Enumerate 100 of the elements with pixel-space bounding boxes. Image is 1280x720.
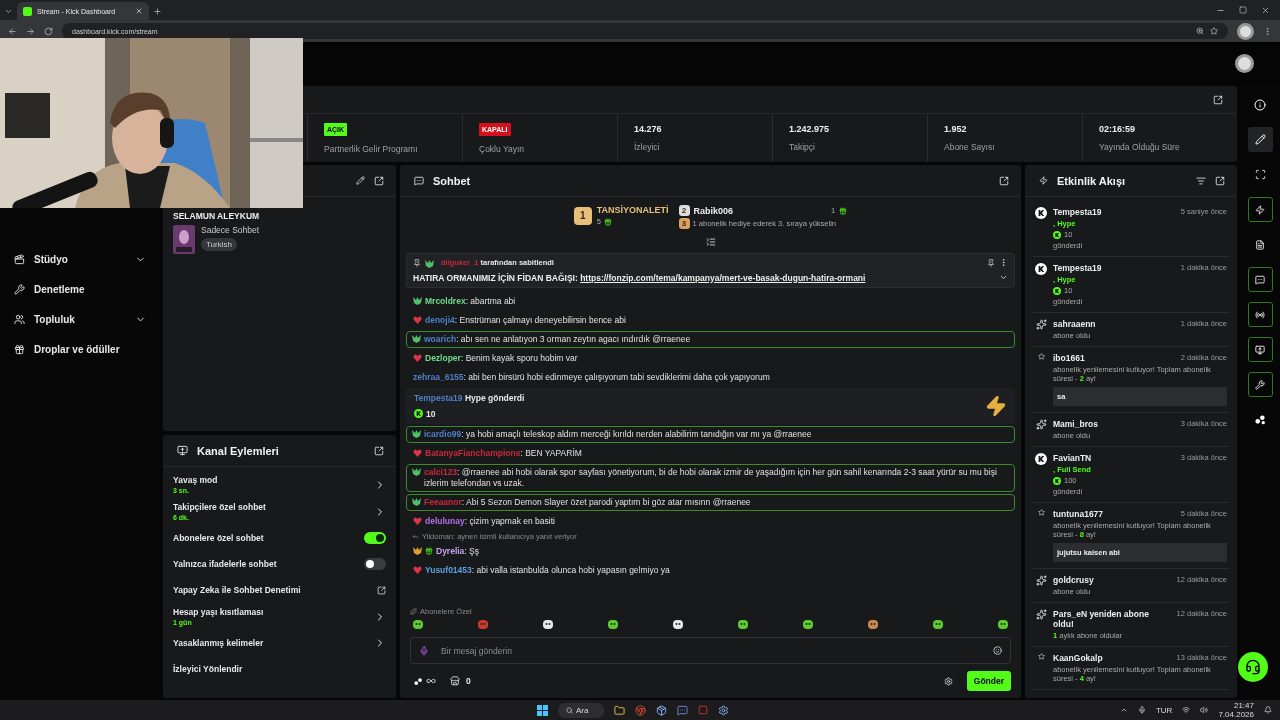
emote-icon[interactable] xyxy=(672,619,684,630)
stat-label: Abone Sayısı xyxy=(944,142,996,152)
nav-item[interactable]: Stüdyo xyxy=(14,250,160,268)
wrench-button[interactable] xyxy=(1247,372,1273,397)
action-row[interactable]: Yasaklanmış kelimeler xyxy=(173,634,386,652)
back-icon xyxy=(8,26,17,36)
stat-label: Yayında Olduğu Süre xyxy=(1099,142,1181,152)
emote-icon[interactable] xyxy=(997,619,1009,630)
bookmark-star-icon xyxy=(1210,27,1218,35)
chat-message: Yusuf01453: abi valla istanbulda olunca hobi yapasın gelmiyo ya xyxy=(425,564,671,576)
kick-logo-icon xyxy=(23,6,32,16)
panel-title: Sohbet xyxy=(433,174,471,187)
chat-message: calci123: @rraenee abi hobi olarak spor sayfası yönetiyorum, bi de hobi olarak izmir de yaşadığım için her gün sahil kenarında 2-3 saat yürür su mu bişi izlerim telefondan vs uzak. xyxy=(424,466,998,489)
toggle-switch[interactable] xyxy=(364,558,386,570)
chat-message: BatanyaFianchampions: BEN YAPARİM xyxy=(425,447,583,459)
chat-message: Feeaanor: Abi 5 Sezon Demon Slayer özet parodi yaptım bi göz atar mısınn @rraenee xyxy=(424,496,752,508)
reload-icon xyxy=(44,26,53,36)
wolf-badge-icon xyxy=(413,297,422,305)
message-field[interactable]: Bir mesaj gönderin xyxy=(439,644,983,657)
toggle-switch[interactable] xyxy=(364,532,386,544)
store-count: 0 xyxy=(466,676,471,686)
nav-item[interactable]: Topluluk xyxy=(14,310,160,328)
emote-icon[interactable] xyxy=(932,619,944,630)
emote-icon[interactable] xyxy=(867,619,879,630)
rank-badge: 1 xyxy=(573,206,592,225)
emote-icon[interactable] xyxy=(802,619,814,630)
chat-button[interactable] xyxy=(1247,267,1273,292)
donation-link[interactable]: https://fonzip.com/tema/kampanya/mert-ve-basak-dugun-hatira-ormani xyxy=(580,272,866,283)
k-logo-icon xyxy=(1035,207,1047,219)
more-icon xyxy=(999,258,1008,268)
hype-amount: 10 xyxy=(426,408,436,419)
rank-badge: 2 xyxy=(678,205,690,216)
lightning-button[interactable] xyxy=(1247,197,1273,222)
infinity-icon xyxy=(426,676,436,686)
avatar-icon[interactable] xyxy=(1235,53,1254,73)
pencil-icon xyxy=(1254,134,1266,145)
gift-icon xyxy=(14,343,25,355)
lightning-icon xyxy=(985,394,1007,417)
sparkle-icon xyxy=(410,608,417,615)
event-username: Mami_bros xyxy=(1053,419,1098,429)
stat-value: 1.952 xyxy=(944,124,968,134)
points-icon xyxy=(414,676,423,686)
heart-badge-icon xyxy=(413,316,422,324)
event-username: sahraaenn xyxy=(1053,319,1096,329)
k-logo-icon xyxy=(1035,263,1047,275)
profile-icon xyxy=(1237,22,1254,40)
users-icon xyxy=(14,313,25,325)
stat-label: Çoklu Yayın xyxy=(479,143,526,154)
star-icon xyxy=(1037,653,1045,660)
scan-icon xyxy=(1254,169,1266,180)
sparkle-icon xyxy=(1035,419,1047,430)
app-icon xyxy=(698,705,708,715)
action-row[interactable]: Abonelere özel sohbet xyxy=(173,529,386,547)
clock-time: 21:47 xyxy=(1233,701,1254,710)
mic-icon xyxy=(419,645,429,656)
search-icon xyxy=(566,706,573,714)
broadcast-button[interactable] xyxy=(1247,302,1273,327)
event-username: FavianTN xyxy=(1053,453,1092,463)
nav-item[interactable]: Denetleme xyxy=(14,280,160,298)
wolf-badge-icon xyxy=(412,468,421,476)
taskbar-search[interactable]: Ara xyxy=(558,702,604,718)
chat-icon xyxy=(414,175,424,186)
action-row[interactable]: İzleyici Yönlendir xyxy=(173,660,386,678)
action-label: Yasaklanmış kelimeler xyxy=(173,638,265,648)
action-label: Yapay Zeka ile Sohbet Denetimi xyxy=(173,585,302,595)
zoom-icon xyxy=(1196,27,1204,35)
wolf-badge-icon xyxy=(425,259,434,268)
action-row[interactable]: Yapay Zeka ile Sohbet Denetimi xyxy=(173,581,386,599)
chat-message: Dezloper: Benim kayak sporu hobim var xyxy=(425,352,579,364)
message-box[interactable]: Bir mesaj gönderin xyxy=(410,637,1011,664)
circles-icon xyxy=(1254,414,1266,425)
pencil-button[interactable] xyxy=(1247,127,1273,152)
nav-item[interactable]: Droplar ve ödüller xyxy=(14,340,160,358)
emote-icon[interactable] xyxy=(607,619,619,630)
monitor-button[interactable] xyxy=(1247,337,1273,362)
sparkle-icon xyxy=(1035,319,1047,330)
notification-icon xyxy=(1264,706,1272,714)
monitor-icon xyxy=(1255,344,1265,355)
action-row[interactable]: Yalnızca ifadelerle sohbet xyxy=(173,555,386,573)
emote-icon[interactable] xyxy=(542,619,554,630)
emote-icon[interactable] xyxy=(412,619,424,630)
windows-start-icon[interactable] xyxy=(537,704,548,716)
action-label: Yalnızca ifadelerle sohbet xyxy=(173,559,278,569)
stat-value: 02:16:59 xyxy=(1099,124,1137,134)
mic-icon xyxy=(1137,706,1146,714)
event-username: tuntuna1677 xyxy=(1053,509,1104,519)
action-label: Hesap yaşı kısıtlaması xyxy=(173,607,265,617)
heart-badge-icon xyxy=(413,354,422,362)
chat-message: denoji4: Enstrüman çalmayı deneyebilirsin bence abi xyxy=(425,314,627,326)
rank-badge: 3 xyxy=(678,218,690,229)
stat-label: Partnerlik Gelir Programı xyxy=(324,143,419,154)
filter-icon xyxy=(1196,175,1206,186)
emote-icon[interactable] xyxy=(737,619,749,630)
send-button[interactable]: Gönder xyxy=(966,671,1011,691)
stat-value: 14.276 xyxy=(634,124,663,134)
tag: Turkish xyxy=(201,238,237,251)
monitor-icon xyxy=(177,445,188,456)
popout-icon xyxy=(374,445,384,456)
category-thumbnail xyxy=(173,225,195,254)
kick-coin-icon xyxy=(1053,476,1061,485)
